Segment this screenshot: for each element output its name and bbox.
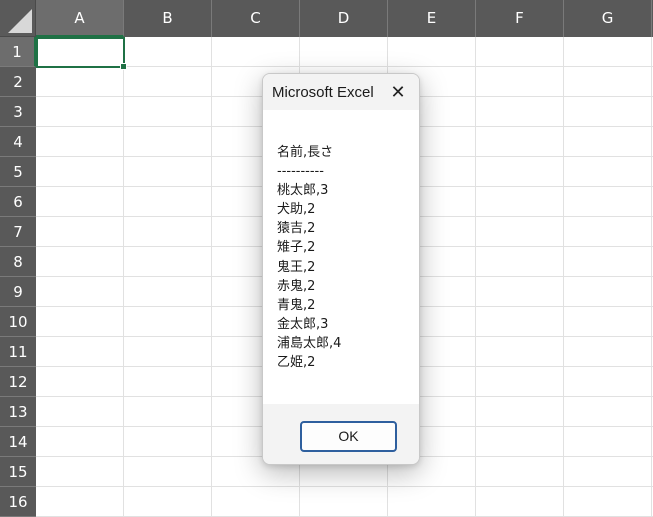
row-header-10[interactable]: 10 bbox=[0, 307, 36, 337]
dialog-footer: OK bbox=[263, 404, 419, 464]
message-line: 雉子,2 bbox=[277, 240, 316, 256]
row-header-5[interactable]: 5 bbox=[0, 157, 36, 187]
fill-handle[interactable] bbox=[120, 63, 127, 70]
message-line: 桃太郎,3 bbox=[277, 183, 329, 199]
column-header-g[interactable]: G bbox=[564, 0, 652, 37]
message-line: ---------- bbox=[277, 164, 324, 180]
column-header-f[interactable]: F bbox=[476, 0, 564, 37]
message-line: 猿吉,2 bbox=[277, 221, 316, 237]
ok-button[interactable]: OK bbox=[300, 421, 397, 452]
column-header-b[interactable]: B bbox=[124, 0, 212, 37]
dialog-title: Microsoft Excel bbox=[272, 84, 374, 101]
row-header-11[interactable]: 11 bbox=[0, 337, 36, 367]
message-line: 青鬼,2 bbox=[277, 297, 316, 313]
row-header-13[interactable]: 13 bbox=[0, 397, 36, 427]
message-line: 金太郎,3 bbox=[277, 316, 329, 332]
message-box-dialog: Microsoft Excel ✕ 名前,長さ ---------- 桃太郎,3… bbox=[262, 73, 420, 465]
row-headers: 1 2 3 4 5 6 7 8 9 10 11 12 13 14 15 16 bbox=[0, 37, 36, 517]
row-header-2[interactable]: 2 bbox=[0, 67, 36, 97]
row-header-8[interactable]: 8 bbox=[0, 247, 36, 277]
message-line: 浦島太郎,4 bbox=[277, 335, 342, 351]
message-line: 名前,長さ bbox=[277, 145, 334, 160]
row-header-1[interactable]: 1 bbox=[0, 37, 36, 67]
message-line: 乙姫,2 bbox=[277, 355, 316, 371]
dialog-content: 名前,長さ ---------- 桃太郎,3 犬助,2 猿吉,2 雉子,2 鬼王… bbox=[263, 110, 419, 404]
column-header-c[interactable]: C bbox=[212, 0, 300, 37]
message-line: 鬼王,2 bbox=[277, 259, 316, 275]
select-all-button[interactable] bbox=[0, 0, 36, 37]
message-line: 赤鬼,2 bbox=[277, 278, 316, 294]
row-header-15[interactable]: 15 bbox=[0, 457, 36, 487]
row-header-14[interactable]: 14 bbox=[0, 427, 36, 457]
dialog-titlebar[interactable]: Microsoft Excel ✕ bbox=[263, 74, 419, 110]
select-all-triangle-icon bbox=[8, 9, 32, 33]
column-header-a[interactable]: A bbox=[36, 0, 124, 37]
column-headers: A B C D E F G bbox=[36, 0, 653, 37]
row-header-4[interactable]: 4 bbox=[0, 127, 36, 157]
column-header-e[interactable]: E bbox=[388, 0, 476, 37]
active-cell-a1[interactable] bbox=[36, 37, 127, 70]
dialog-message: 名前,長さ ---------- 桃太郎,3 犬助,2 猿吉,2 雉子,2 鬼王… bbox=[277, 143, 341, 372]
row-header-7[interactable]: 7 bbox=[0, 217, 36, 247]
close-icon[interactable]: ✕ bbox=[385, 80, 411, 106]
row-header-6[interactable]: 6 bbox=[0, 187, 36, 217]
message-line: 犬助,2 bbox=[277, 202, 316, 218]
row-header-12[interactable]: 12 bbox=[0, 367, 36, 397]
column-header-d[interactable]: D bbox=[300, 0, 388, 37]
row-header-3[interactable]: 3 bbox=[0, 97, 36, 127]
row-header-16[interactable]: 16 bbox=[0, 487, 36, 517]
row-header-9[interactable]: 9 bbox=[0, 277, 36, 307]
